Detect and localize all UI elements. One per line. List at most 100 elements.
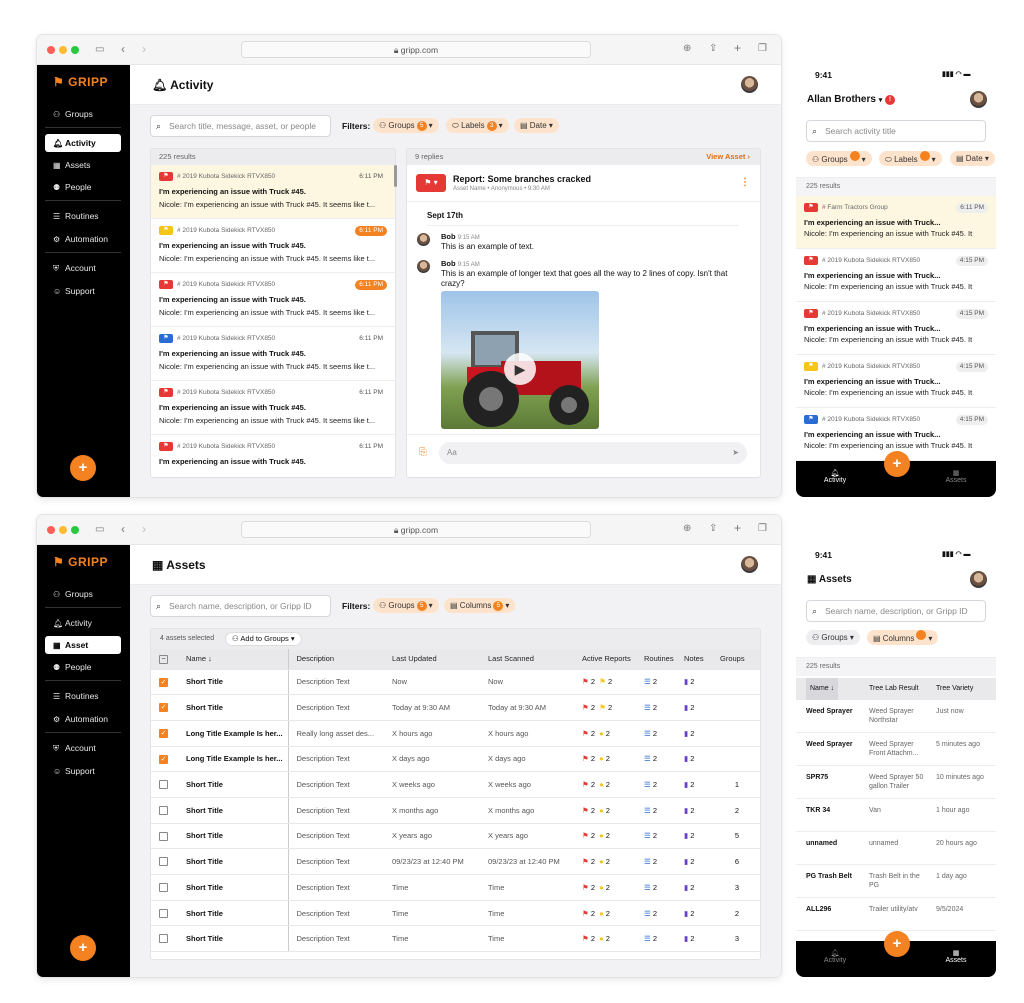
table-row[interactable]: Short Title Description Text X weeks ago X …	[151, 771, 760, 798]
maximize-window-dot[interactable]	[71, 46, 79, 54]
row-select-cell[interactable]	[151, 900, 178, 927]
add-to-groups-button[interactable]: ⚇ Add to Groups ▾	[225, 632, 302, 646]
back-icon[interactable]: ‹	[121, 523, 125, 535]
close-window-dot[interactable]	[47, 46, 55, 54]
sidebar-item-account[interactable]: ⛨ Account	[45, 739, 121, 757]
columns-filter-chip[interactable]: ▤ Columns 5 ▾	[444, 598, 516, 613]
sidebar-item-groups[interactable]: ⚇ Groups	[45, 105, 121, 123]
table-row[interactable]: Weed Sprayer Weed Sprayer Front Attachm..…	[796, 733, 996, 766]
table-row[interactable]: Short Title Description Text X months ago X…	[151, 797, 760, 824]
sidebar-item-activity[interactable]: 🔔︎ Activity	[45, 134, 121, 152]
activity-item[interactable]: ⚑ # 2019 Kubota Sidekick RTVX850 6:11 PM I…	[151, 165, 395, 219]
asset-name[interactable]: Weed Sprayer	[806, 708, 853, 715]
create-button[interactable]: +	[70, 455, 96, 481]
select-all-cell[interactable]: −	[151, 649, 178, 670]
table-row[interactable]: ALL296 Trailer utility/atv 9/5/2024	[796, 898, 996, 931]
brand-logo[interactable]: ⚑ GRIPP	[53, 75, 108, 89]
table-row[interactable]: Short Title Description Text Time Time ⚑ 2 ●…	[151, 874, 760, 901]
column-header-active-reports[interactable]: Active Reports	[574, 649, 636, 670]
columns-filter-chip[interactable]: ▤ Columns ▾	[867, 630, 939, 645]
play-icon[interactable]: ▶	[504, 353, 536, 385]
create-button[interactable]: +	[70, 935, 96, 961]
row-checkbox[interactable]	[159, 831, 168, 841]
row-select-cell[interactable]: ✓	[151, 694, 178, 721]
tab-assets[interactable]: ▦ Assets	[936, 949, 976, 964]
activity-item[interactable]: ⚑ # 2019 Kubota Sidekick RTVX850 6:11 PM I…	[151, 273, 395, 327]
row-select-cell[interactable]: ✓	[151, 746, 178, 773]
labels-filter-chip[interactable]: ⬭ Labels 3 ▾	[446, 118, 509, 133]
asset-name[interactable]: Short Title	[178, 797, 288, 824]
table-row[interactable]: ✓ Short Title Description Text Today at 9:3…	[151, 694, 760, 721]
activity-search-input[interactable]: ⌕ Search title, message, asset, or people	[150, 115, 331, 137]
asset-name[interactable]: Short Title	[178, 823, 288, 850]
groups-filter-chip[interactable]: ⚇ Groups 5 ▾	[373, 598, 439, 613]
minimize-window-dot[interactable]	[59, 46, 67, 54]
sidebar-item-people[interactable]: ⚉ People	[45, 178, 121, 196]
new-tab-icon[interactable]: +	[734, 42, 741, 54]
row-checkbox[interactable]: ✓	[159, 728, 168, 738]
row-checkbox[interactable]	[159, 883, 168, 893]
row-checkbox[interactable]	[159, 780, 168, 790]
row-checkbox[interactable]: ✓	[159, 754, 168, 764]
activity-item[interactable]: ⚑ # 2019 Kubota Sidekick RTVX850 6:11 PM I…	[151, 219, 395, 273]
sidebar-item-assets[interactable]: ▦ Assets	[45, 156, 121, 174]
asset-name[interactable]: Weed Sprayer	[806, 741, 853, 748]
close-window-dot[interactable]	[47, 526, 55, 534]
table-row[interactable]: PG Trash Belt Trash Belt in the PG 1 day a…	[796, 865, 996, 898]
org-switcher[interactable]: Allan Brothers ▾ !	[807, 94, 895, 105]
new-tab-icon[interactable]: +	[734, 522, 741, 534]
column-header-name[interactable]: Name ↓	[806, 678, 839, 700]
date-filter-chip[interactable]: ▤ Date ▾	[950, 151, 995, 166]
forward-icon[interactable]: ›	[142, 43, 146, 55]
table-row[interactable]: ✓ Long Title Example Is her... Description…	[151, 746, 760, 773]
row-select-cell[interactable]: ✓	[151, 720, 178, 747]
row-checkbox[interactable]	[159, 934, 168, 944]
assets-search-input[interactable]: ⌕ Search name, description, or Gripp ID	[150, 595, 331, 617]
asset-name[interactable]: Short Title	[178, 848, 288, 875]
groups-filter-chip[interactable]: ⚇ Groups 5 ▾	[373, 118, 439, 133]
sidebar-item-account[interactable]: ⛨ Account	[45, 259, 121, 277]
asset-name[interactable]: Short Title	[178, 925, 288, 953]
table-row[interactable]: ✓ Short Title Description Text Now Now ⚑ 2 ⚑ …	[151, 669, 760, 696]
brand-logo[interactable]: ⚑ GRIPP	[53, 555, 108, 569]
asset-name[interactable]: Short Title	[178, 900, 288, 927]
sidebar-item-routines[interactable]: ☰ Routines	[45, 207, 121, 225]
groups-filter-chip[interactable]: ⚇ Groups ▾	[806, 630, 860, 645]
user-avatar[interactable]	[741, 76, 758, 93]
table-row[interactable]: Short Title Description Text 09/23/23 at 1…	[151, 848, 760, 875]
table-row[interactable]: ✓ Long Title Example Is her... Really long…	[151, 720, 760, 747]
column-header-tree-variety[interactable]: Tree Variety	[936, 678, 973, 700]
create-button[interactable]: +	[884, 451, 910, 477]
row-checkbox[interactable]	[159, 857, 168, 867]
download-icon[interactable]: ⊕	[683, 43, 691, 55]
more-options-icon[interactable]: ⋮	[740, 177, 750, 188]
tab-assets[interactable]: ▦ Assets	[936, 469, 976, 484]
share-icon[interactable]: ⇪	[709, 43, 717, 55]
activity-item[interactable]: ⚑ # 2019 Kubota Sidekick RTVX850 6:11 PM I…	[151, 381, 395, 435]
column-header-last-updated[interactable]: Last Updated	[384, 649, 480, 670]
activity-item[interactable]: ⚑ # 2019 Kubota Sidekick RTVX850 6:11 PM I…	[151, 327, 395, 381]
column-header-routines[interactable]: Routines	[636, 649, 676, 670]
labels-filter-chip[interactable]: ⬭ Labels ▾	[879, 151, 942, 166]
row-select-cell[interactable]	[151, 925, 178, 953]
column-header-name[interactable]: Name ↓	[178, 649, 288, 670]
download-icon[interactable]: ⊕	[683, 523, 691, 535]
message-input[interactable]: Aa ➤	[439, 442, 747, 464]
row-select-cell[interactable]	[151, 771, 178, 798]
column-header-tree-lab-result[interactable]: Tree Lab Result	[869, 678, 919, 700]
groups-filter-chip[interactable]: ⚇ Groups ▾	[806, 151, 872, 166]
maximize-window-dot[interactable]	[71, 526, 79, 534]
activity-item[interactable]: ⚑ # 2019 Kubota Sidekick RTVX850 4:15 PM I'…	[796, 355, 996, 408]
tab-activity[interactable]: 🔔︎ Activity	[815, 469, 855, 484]
column-header-last-scanned[interactable]: Last Scanned	[480, 649, 574, 670]
list-scrollbar[interactable]	[394, 165, 397, 187]
sidebar-item-activity[interactable]: 🔔︎ Activity	[45, 614, 121, 632]
activity-item[interactable]: ⚑ # 2019 Kubota Sidekick RTVX850 4:15 PM I'…	[796, 302, 996, 355]
asset-name[interactable]: SPR75	[806, 774, 828, 781]
asset-name[interactable]: ALL296	[806, 906, 831, 913]
column-header-description[interactable]: Description	[287, 649, 384, 670]
sidebar-item-people[interactable]: ⚉ People	[45, 658, 121, 676]
row-select-cell[interactable]	[151, 823, 178, 850]
table-row[interactable]: Weed Sprayer Weed Sprayer Northstar Just n…	[796, 700, 996, 733]
sidebar-item-support[interactable]: ☺ Support	[45, 762, 121, 780]
